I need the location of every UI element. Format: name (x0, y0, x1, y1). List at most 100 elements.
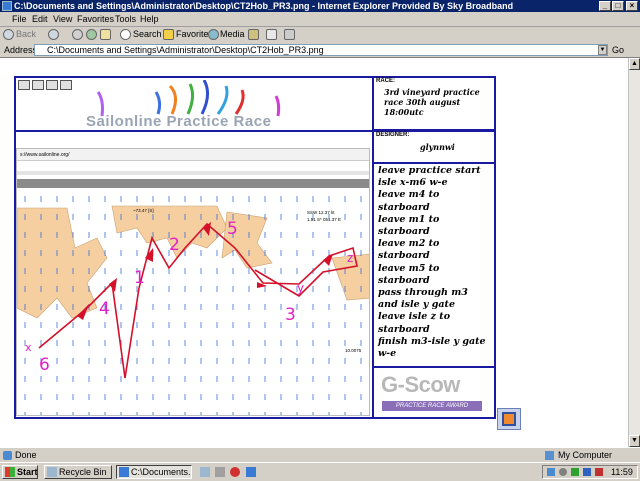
map-url: s://www.sailonline.org/ (20, 152, 70, 158)
course-step: finish m3-isle y gate w-e (378, 335, 486, 360)
map-coord-right-1: SSW 12.37 kt (307, 210, 335, 215)
mark-4: 4 (99, 299, 110, 319)
tray-app-icon[interactable] (583, 468, 591, 476)
stop-icon[interactable] (72, 29, 83, 40)
logo-divider (372, 366, 496, 368)
menu-file[interactable]: File (12, 14, 27, 24)
menu-help[interactable]: Help (140, 14, 159, 24)
image-toolbar-icon[interactable] (497, 408, 521, 430)
ie-icon (119, 467, 129, 477)
course-step: leave m2 to starboard (378, 238, 440, 262)
forward-arrow-icon[interactable] (48, 29, 59, 40)
menu-edit[interactable]: Edit (32, 14, 48, 24)
map-canvas: 1 2 3 4 5 6 x y z ~73.47 [S] SSW 12.37 k… (17, 188, 369, 415)
close-button[interactable]: × (626, 1, 638, 11)
recycle-bin-label: Recycle Bin (59, 467, 107, 477)
status-text: Done (15, 450, 37, 460)
scroll-down-button[interactable]: ▼ (629, 435, 640, 447)
clock: 11:59 (611, 467, 633, 477)
mark-6: 6 (39, 355, 50, 375)
menu-view[interactable]: View (53, 14, 72, 24)
quicklaunch-media-icon[interactable] (230, 467, 240, 477)
ie-window-label: C:\Documents... (131, 467, 192, 477)
quicklaunch-ie-icon[interactable] (246, 467, 256, 477)
mark-5: 5 (227, 219, 238, 239)
go-button[interactable]: Go (612, 45, 624, 55)
map-info-bar (17, 179, 369, 188)
taskbar-recycle-bin[interactable]: Recycle Bin (44, 465, 112, 479)
print-icon[interactable] (32, 80, 44, 90)
recycle-bin-icon (47, 467, 57, 477)
address-value: C:\Documents and Settings\Administrator\… (47, 45, 324, 55)
computer-icon (545, 451, 554, 460)
designer-label: DESIGNER: (376, 132, 410, 138)
map-coord-bottom: 10.0075 (345, 348, 362, 353)
course-step: leave m1 to starboard (378, 213, 440, 238)
map-tab-strip (17, 171, 369, 175)
mark-y: y (297, 281, 304, 295)
vertical-scrollbar[interactable]: ▲ ▼ (628, 58, 640, 447)
tray-volume-icon[interactable] (559, 468, 567, 476)
page-done-icon (3, 451, 12, 460)
minimize-button[interactable]: _ (599, 1, 611, 11)
mark-x: x (25, 341, 32, 354)
mark-1: 1 (134, 268, 145, 288)
refresh-icon[interactable] (86, 29, 97, 40)
logo-text: G-Scow (381, 372, 460, 397)
media-icon[interactable] (208, 29, 219, 40)
course-instructions: leave practice start isle x-m6 w-e leave… (378, 165, 490, 360)
designer-divider (372, 162, 496, 164)
menu-tools[interactable]: Tools (115, 14, 136, 24)
history-icon[interactable] (248, 29, 259, 40)
race-divider (372, 129, 496, 131)
folder-icon[interactable] (60, 80, 72, 90)
window-title-bar[interactable]: C:\Documents and Settings\Administrator\… (0, 0, 640, 12)
home-icon[interactable] (100, 29, 111, 40)
course-step: leave m4 to starboard (378, 189, 440, 213)
course-step: isle x-m6 w-e (378, 177, 448, 189)
map-coord-top: ~73.47 [S] (133, 208, 154, 213)
quicklaunch-mail-icon[interactable] (215, 467, 225, 477)
save-icon[interactable] (18, 80, 30, 90)
print-icon[interactable] (284, 29, 295, 40)
map-coord-right-2: 1.51 S* 051.37 E (307, 217, 341, 222)
windows-logo-icon (5, 467, 15, 477)
race-name: 3rd vineyard practice race 30th august 1… (384, 87, 480, 117)
start-label: Start (17, 467, 38, 477)
gscow-logo: G-Scow PRACTICE RACE AWARD (378, 370, 490, 416)
mark-z: z (347, 251, 353, 265)
print-toolbar (18, 80, 74, 93)
course-step: leave m5 to starboard (378, 262, 440, 286)
mail-icon[interactable] (46, 80, 58, 90)
address-dropdown-button[interactable]: ▼ (598, 45, 607, 55)
address-bar: Address C:\Documents and Settings\Admini… (0, 43, 640, 58)
search-button[interactable]: Search (133, 29, 162, 39)
map-url-bar: s://www.sailonline.org/ (17, 149, 369, 161)
tray-security-icon[interactable] (571, 468, 579, 476)
menu-favorites[interactable]: Favorites (77, 14, 114, 24)
tray-alert-icon[interactable] (595, 468, 603, 476)
start-button[interactable]: Start (2, 465, 38, 479)
mail-icon[interactable] (266, 29, 277, 40)
toolbar: Back Search Favorites Media (0, 27, 640, 44)
page-content: Sailonline Practice Race RACE: 3rd viney… (0, 58, 628, 447)
address-label: Address (4, 45, 38, 55)
favorites-star-icon[interactable] (163, 29, 174, 40)
back-arrow-icon[interactable] (3, 29, 14, 40)
course-step: leave isle z to starboard (378, 311, 451, 335)
quicklaunch-desktop-icon[interactable] (200, 467, 210, 477)
system-tray: 11:59 (542, 465, 638, 479)
window-title: C:\Documents and Settings\Administrator\… (14, 1, 514, 11)
media-button[interactable]: Media (220, 29, 245, 39)
race-label: RACE: (376, 78, 395, 84)
taskbar-ie-window[interactable]: C:\Documents... (116, 465, 192, 479)
back-button[interactable]: Back (16, 29, 36, 39)
search-icon[interactable] (120, 29, 131, 40)
course-step: pass through m3 and isle y gate (378, 287, 468, 311)
address-input[interactable]: C:\Documents and Settings\Administrator\… (34, 44, 608, 56)
maximize-button[interactable]: □ (612, 1, 624, 11)
ie-icon (2, 1, 12, 11)
menu-bar: File Edit View Favorites Tools Help (0, 12, 640, 27)
tray-network-icon[interactable] (547, 468, 555, 476)
scroll-up-button[interactable]: ▲ (629, 58, 640, 70)
